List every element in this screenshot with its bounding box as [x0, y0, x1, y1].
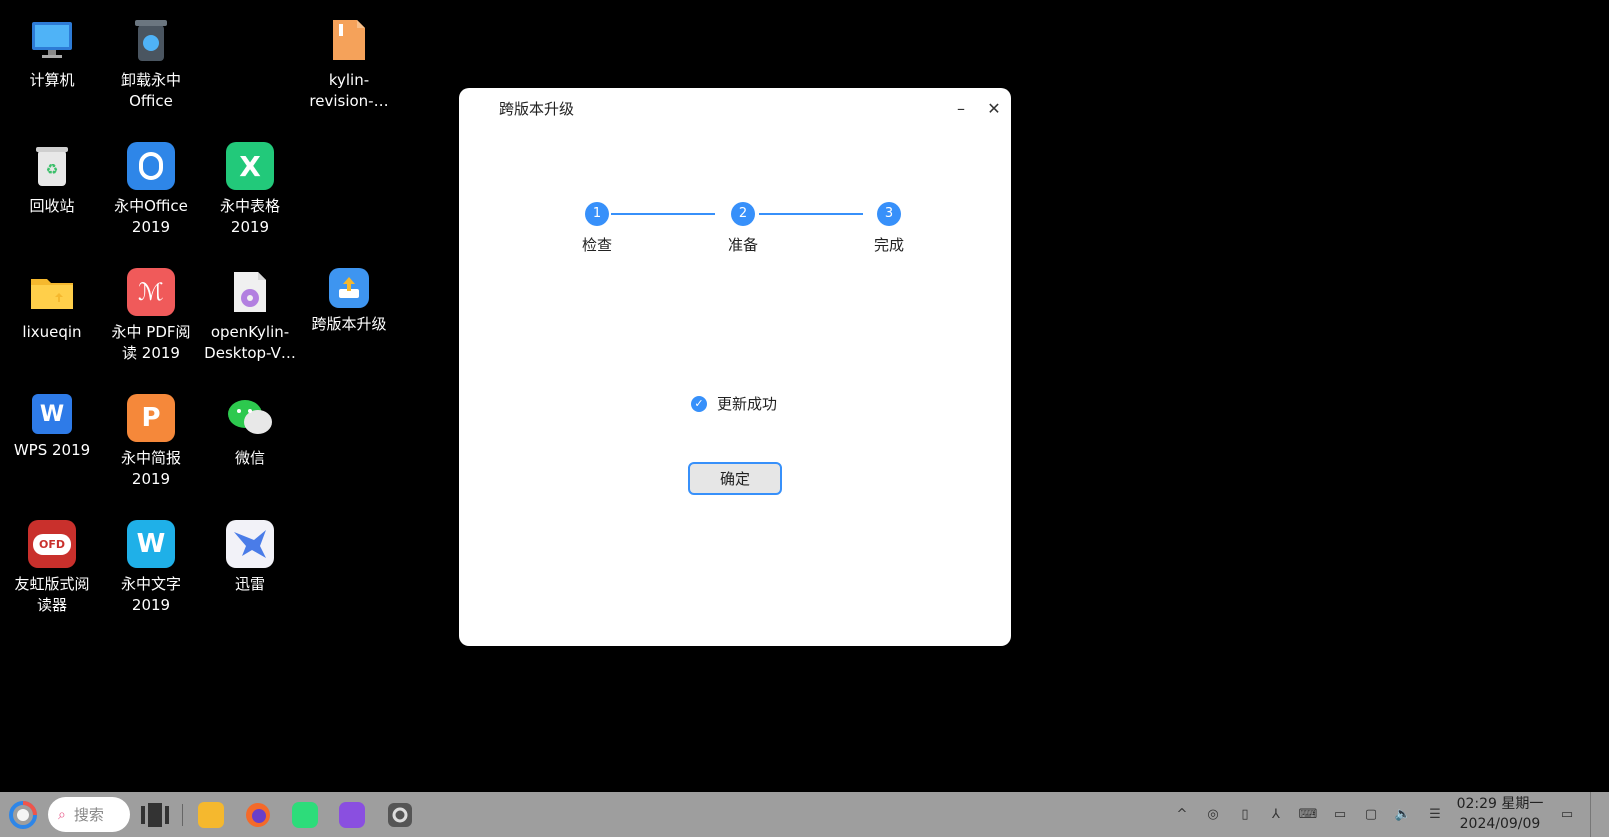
search-label: 搜索 [73, 806, 104, 824]
multitask-icon [141, 802, 169, 827]
show-desktop-button[interactable] [1590, 792, 1609, 837]
yozo-slides-icon: P [127, 394, 175, 442]
desktop-icon-recycle-bin[interactable]: ♻ 回收站 [4, 142, 100, 217]
taskbar-app-firefox[interactable] [241, 798, 275, 831]
desktop-icon-disc-image[interactable]: openKylin- Desktop-V… [202, 268, 298, 364]
file-manager-icon [198, 801, 224, 828]
folder-icon [28, 268, 76, 316]
result-text: 更新成功 [717, 395, 778, 413]
recycle-bin-icon: ♻ [28, 142, 76, 190]
tray-item-network[interactable]: ⅄ [1264, 802, 1288, 826]
step-complete: 3 完成 [869, 202, 909, 255]
step-check: 1 检查 [577, 202, 617, 255]
step-connector [611, 213, 715, 215]
update-result: ✓ 更新成功 [691, 393, 777, 414]
tray-expand-button[interactable]: ^ [1170, 802, 1194, 826]
tray-item-display[interactable]: ▢ [1359, 802, 1383, 826]
taskbar-clock[interactable]: 02:29 星期一 2024/09/09 [1452, 794, 1548, 834]
multitask-view-button[interactable] [138, 798, 172, 831]
sliders-icon: ☰ [1429, 806, 1441, 822]
desktop-icon-wechat[interactable]: 微信 [202, 394, 298, 469]
clipboard-icon: ▯ [1241, 806, 1249, 822]
step-label: 完成 [873, 236, 904, 254]
yozo-pdf-icon: ℳ [127, 268, 175, 316]
svg-text:♻: ♻ [46, 162, 59, 178]
desktop-icon-xunlei[interactable]: 迅雷 [202, 520, 298, 595]
yozo-sheet-icon: X [226, 142, 274, 190]
yozo-office-icon [127, 142, 175, 190]
activity-icon: ◎ [1207, 806, 1219, 822]
network-icon: ⅄ [1272, 806, 1280, 822]
trash-uninstall-icon [127, 16, 175, 64]
start-menu-button[interactable] [6, 798, 40, 831]
desktop-icon-yozo-sheet[interactable]: X 永中表格 2019 [202, 142, 298, 238]
step-label: 检查 [581, 236, 612, 254]
tray-item-keyboard[interactable]: ⌨ [1296, 802, 1320, 826]
close-button[interactable]: ✕ [980, 94, 1008, 122]
tray-item-clipboard[interactable]: ▯ [1233, 802, 1257, 826]
desktop-icon-yozo-writer[interactable]: W 永中文字 2019 [103, 520, 199, 616]
minimize-icon: – [957, 98, 965, 118]
step-number: 2 [731, 202, 755, 226]
success-check-icon: ✓ [691, 395, 707, 412]
desktop-icon-upgrade[interactable]: 跨版本升级 [301, 268, 397, 335]
tray-item-activity[interactable]: ◎ [1201, 802, 1225, 826]
step-connector [759, 213, 863, 215]
chat-icon [292, 801, 318, 828]
step-number: 3 [877, 202, 901, 226]
desktop-icon-yozo-office[interactable]: 永中Office 2019 [103, 142, 199, 238]
clock-time: 02:29 星期一 [1456, 796, 1544, 812]
minimize-button[interactable]: – [947, 94, 975, 122]
taskbar-app-file-manager[interactable] [194, 798, 228, 831]
tray-item-volume[interactable]: 🔈 [1391, 802, 1415, 826]
firefox-icon [246, 802, 270, 827]
desktop-icon-uninstall-yozo[interactable]: 卸载永中 Office [103, 16, 199, 112]
clock-date: 2024/09/09 [1459, 816, 1541, 832]
volume-icon: 🔈 [1394, 806, 1412, 822]
dialog-title: 跨版本升级 [499, 100, 575, 118]
taskbar-app-chat[interactable] [288, 798, 322, 831]
archive-icon [325, 16, 373, 64]
upgrade-icon [329, 268, 369, 308]
display-icon: ▢ [1364, 806, 1378, 822]
gear-icon [388, 802, 412, 827]
desktop-icon-wps[interactable]: W WPS 2019 [4, 394, 100, 461]
wps-icon: W [32, 394, 72, 434]
step-prepare: 2 准备 [723, 202, 763, 255]
input-method-icon: ▭ [1333, 806, 1347, 822]
taskbar-app-camera[interactable] [335, 798, 369, 831]
disc-image-icon [226, 268, 274, 316]
taskbar-search[interactable]: ⌕ 搜索 [48, 797, 130, 832]
ofd-reader-icon: OFD [28, 520, 76, 568]
step-indicator: 1 检查 2 准备 3 完成 [577, 202, 904, 262]
camera-icon [339, 801, 365, 828]
ok-button[interactable]: 确定 [688, 462, 782, 495]
chevron-up-icon: ^ [1176, 806, 1188, 822]
tray-item-control-center[interactable]: ☰ [1423, 802, 1447, 826]
desktop-icon-folder[interactable]: lixueqin [4, 268, 100, 343]
search-icon: ⌕ [58, 806, 66, 823]
close-icon: ✕ [987, 98, 1001, 118]
step-label: 准备 [727, 236, 758, 254]
desktop-icon-kylin-revision[interactable]: kylin- revision-… [301, 16, 397, 112]
desktop-icon-ofd-reader[interactable]: OFD 友虹版式阅 读器 [4, 520, 100, 616]
kylin-logo-icon [9, 800, 37, 829]
taskbar: ⌕ 搜索 ^ ◎ ▯ ⅄ ⌨ ▭ ▢ 🔈 ☰ 02:29 星期一 2024/09… [0, 792, 1609, 837]
xunlei-icon [226, 520, 274, 568]
upgrade-dialog: 跨版本升级 – ✕ 1 检查 2 准备 3 完成 ✓ 更新成功 确定 [459, 88, 1011, 646]
notification-icon: ▭ [1560, 806, 1574, 822]
desktop-icon-yozo-slides[interactable]: P 永中简报 2019 [103, 394, 199, 490]
yozo-writer-icon: W [127, 520, 175, 568]
desktop-icon-yozo-pdf[interactable]: ℳ 永中 PDF阅 读 2019 [103, 268, 199, 364]
desktop-icon-computer[interactable]: 计算机 [4, 16, 100, 91]
taskbar-app-settings[interactable] [383, 798, 417, 831]
taskbar-divider [182, 804, 183, 826]
notification-button[interactable]: ▭ [1555, 802, 1579, 826]
step-number: 1 [585, 202, 609, 226]
monitor-icon [28, 16, 76, 64]
keyboard-icon: ⌨ [1298, 806, 1318, 822]
tray-item-input-method[interactable]: ▭ [1328, 802, 1352, 826]
wechat-icon [226, 394, 274, 442]
